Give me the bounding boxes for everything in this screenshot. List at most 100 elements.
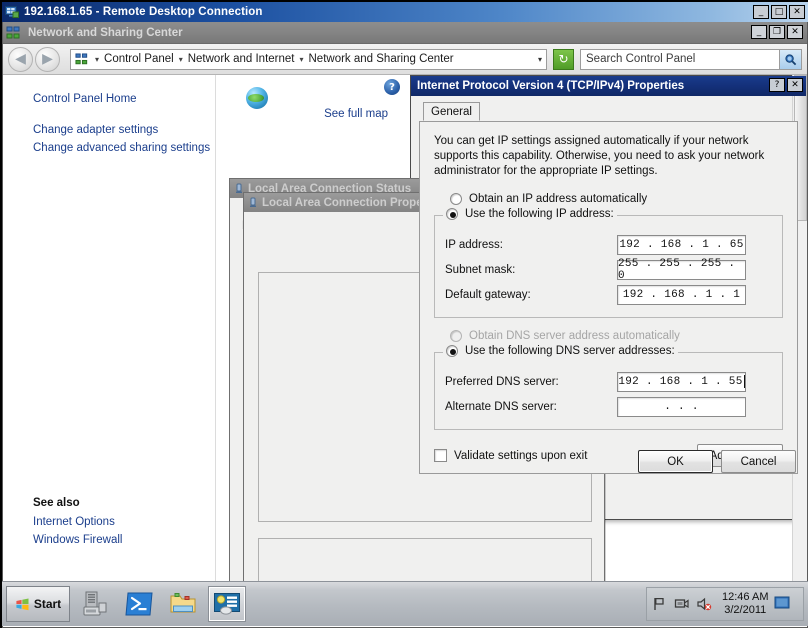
sidebar-item-internet-options[interactable]: Internet Options bbox=[3, 513, 215, 531]
rdc-close-button[interactable]: ✕ bbox=[789, 5, 805, 19]
file-explorer-icon bbox=[169, 591, 197, 617]
back-button[interactable]: ◀ bbox=[8, 46, 33, 72]
sidebar-item-windows-firewall[interactable]: Windows Firewall bbox=[3, 531, 215, 549]
ipv4-close-button[interactable]: ✕ bbox=[787, 78, 803, 92]
ipv4-dialog-title: Internet Protocol Version 4 (TCP/IPv4) P… bbox=[417, 80, 685, 92]
radio-obtain-ip-automatically-indicator[interactable] bbox=[450, 193, 462, 205]
sidebar: Control Panel Home Change adapter settin… bbox=[3, 75, 216, 596]
tcpipv4-properties-dialog[interactable]: Internet Protocol Version 4 (TCP/IPv4) P… bbox=[410, 75, 807, 520]
preferred-dns-field[interactable]: 192 . 168 . 1 . 55 bbox=[617, 371, 746, 392]
preferred-dns-row: Preferred DNS server: 192 . 168 . 1 . 55 bbox=[445, 369, 772, 394]
taskbar-item-powershell[interactable] bbox=[120, 586, 158, 622]
search-icon[interactable] bbox=[779, 49, 801, 69]
radio-obtain-dns-automatically[interactable]: Obtain DNS server address automatically bbox=[450, 330, 783, 342]
search-input-text[interactable]: Search Control Panel bbox=[581, 53, 779, 65]
volume-muted-icon[interactable] bbox=[696, 596, 712, 612]
manual-ip-groupbox: Use the following IP address: IP address… bbox=[434, 208, 783, 318]
radio-use-following-dns-indicator[interactable] bbox=[446, 345, 458, 357]
see-also-section: See also Internet Options Windows Firewa… bbox=[3, 497, 215, 549]
network-icon[interactable] bbox=[674, 596, 690, 612]
address-bar[interactable]: ▾ Control Panel ▾ Network and Internet ▾… bbox=[70, 48, 547, 70]
rdc-minimize-button[interactable]: _ bbox=[753, 5, 769, 19]
alternate-dns-field[interactable]: . . . bbox=[617, 396, 746, 417]
flag-icon[interactable] bbox=[652, 596, 668, 612]
help-icon[interactable]: ? bbox=[384, 79, 400, 95]
breadcrumb-network-and-internet[interactable]: Network and Internet bbox=[186, 53, 297, 65]
sidebar-item-change-adapter-settings[interactable]: Change adapter settings bbox=[3, 121, 215, 139]
forward-button[interactable]: ▶ bbox=[35, 46, 60, 72]
refresh-icon[interactable]: ↻ bbox=[553, 48, 574, 70]
cancel-button[interactable]: Cancel bbox=[721, 450, 796, 473]
radio-obtain-dns-automatically-indicator[interactable] bbox=[450, 330, 462, 342]
validate-settings-label: Validate settings upon exit bbox=[454, 449, 588, 462]
address-dropdown-icon[interactable]: ▾ bbox=[538, 55, 542, 64]
ip-address-label: IP address: bbox=[445, 238, 503, 251]
tab-strip: General bbox=[419, 102, 798, 122]
ip-address-row: IP address: 192 . 168 . 1 . 65 bbox=[445, 232, 772, 257]
network-adapter-icon bbox=[247, 197, 259, 209]
clock[interactable]: 12:46 AM 3/2/2011 bbox=[722, 591, 768, 617]
navigation-bar: ◀ ▶ ▾ Control Panel ▾ Network and Intern… bbox=[3, 44, 807, 75]
radio-use-following-dns[interactable]: Use the following DNS server addresses: bbox=[443, 345, 678, 357]
server-manager-icon bbox=[81, 590, 109, 618]
radio-use-following-ip-indicator[interactable] bbox=[446, 208, 458, 220]
ipv4-window-buttons: ? ✕ bbox=[769, 78, 803, 92]
ipv4-dialog-body: General You can get IP settings assigned… bbox=[411, 96, 806, 482]
taskbar-item-server-manager[interactable] bbox=[76, 586, 114, 622]
general-tab-panel: You can get IP settings assigned automat… bbox=[419, 122, 798, 474]
manual-dns-groupbox: Use the following DNS server addresses: … bbox=[434, 345, 783, 430]
radio-obtain-ip-automatically[interactable]: Obtain an IP address automatically bbox=[450, 193, 783, 205]
default-gateway-field[interactable]: 192 . 168 . 1 . 1 bbox=[617, 284, 746, 305]
explorer-minimize-button[interactable]: _ bbox=[751, 25, 767, 39]
validate-settings-checkbox-box[interactable] bbox=[434, 449, 447, 462]
ipv4-help-button[interactable]: ? bbox=[769, 78, 785, 92]
default-gateway-label: Default gateway: bbox=[445, 288, 531, 301]
explorer-close-button[interactable]: ✕ bbox=[787, 25, 803, 39]
subnet-mask-label: Subnet mask: bbox=[445, 263, 516, 276]
see-full-map-link[interactable]: See full map bbox=[324, 108, 388, 120]
taskbar: Start 12:46 AM 3/2/2011 bbox=[2, 581, 808, 626]
ip-address-field[interactable]: 192 . 168 . 1 . 65 bbox=[617, 234, 746, 255]
subnet-mask-field[interactable]: 255 . 255 . 255 . 0 bbox=[617, 258, 746, 282]
radio-use-following-dns-label: Use the following DNS server addresses: bbox=[465, 345, 675, 357]
radio-use-following-ip-label: Use the following IP address: bbox=[465, 208, 614, 220]
taskbar-item-file-explorer[interactable] bbox=[164, 586, 202, 622]
clock-time: 12:46 AM bbox=[722, 591, 769, 603]
rdc-window-buttons: _ □ ✕ bbox=[753, 5, 805, 19]
explorer-title-text: Network and Sharing Center bbox=[28, 26, 183, 39]
validate-settings-checkbox[interactable]: Validate settings upon exit bbox=[434, 449, 587, 462]
breadcrumb-separator-2[interactable]: ▾ bbox=[299, 55, 303, 64]
alternate-dns-label: Alternate DNS server: bbox=[445, 400, 557, 413]
tab-general[interactable]: General bbox=[423, 102, 480, 121]
taskbar-item-control-panel[interactable] bbox=[208, 586, 246, 622]
powershell-icon bbox=[125, 591, 153, 617]
explorer-restore-button[interactable]: ❐ bbox=[769, 25, 785, 39]
rdc-titlebar[interactable]: 192.168.1.65 - Remote Desktop Connection… bbox=[2, 2, 808, 22]
ok-button[interactable]: OK bbox=[638, 450, 713, 473]
preferred-dns-label: Preferred DNS server: bbox=[445, 375, 559, 388]
control-panel-icon bbox=[213, 592, 241, 616]
ipv4-dialog-titlebar[interactable]: Internet Protocol Version 4 (TCP/IPv4) P… bbox=[411, 76, 806, 96]
sidebar-item-control-panel-home[interactable]: Control Panel Home bbox=[3, 90, 215, 108]
radio-use-following-ip[interactable]: Use the following IP address: bbox=[443, 208, 617, 220]
breadcrumb-separator-1[interactable]: ▾ bbox=[179, 55, 183, 64]
show-desktop-icon[interactable] bbox=[774, 596, 790, 612]
start-button-label: Start bbox=[33, 597, 62, 611]
breadcrumb-separator-0[interactable]: ▾ bbox=[95, 55, 99, 64]
ipv4-description-text: You can get IP settings assigned automat… bbox=[434, 135, 765, 177]
remote-desktop-icon bbox=[5, 5, 19, 19]
breadcrumb-control-panel[interactable]: Control Panel bbox=[102, 53, 176, 65]
search-input[interactable]: Search Control Panel bbox=[580, 48, 802, 70]
alternate-dns-row: Alternate DNS server: . . . bbox=[445, 394, 772, 419]
rdc-title-text: 192.168.1.65 - Remote Desktop Connection bbox=[24, 6, 263, 18]
explorer-titlebar[interactable]: Network and Sharing Center _ ❐ ✕ bbox=[3, 22, 807, 44]
network-sharing-center-window: Network and Sharing Center _ ❐ ✕ ◀ ▶ ▾ C… bbox=[2, 22, 808, 628]
sidebar-item-change-advanced-sharing-settings[interactable]: Change advanced sharing settings bbox=[3, 139, 215, 157]
rdc-restore-button[interactable]: □ bbox=[771, 5, 787, 19]
start-button[interactable]: Start bbox=[6, 586, 70, 622]
breadcrumb-network-and-sharing-center[interactable]: Network and Sharing Center bbox=[307, 53, 456, 65]
default-gateway-row: Default gateway: 192 . 168 . 1 . 1 bbox=[445, 282, 772, 307]
clock-date: 3/2/2011 bbox=[724, 604, 767, 616]
preferred-dns-value: 192 . 168 . 1 . 55 bbox=[618, 375, 743, 388]
system-tray: 12:46 AM 3/2/2011 bbox=[646, 587, 804, 621]
